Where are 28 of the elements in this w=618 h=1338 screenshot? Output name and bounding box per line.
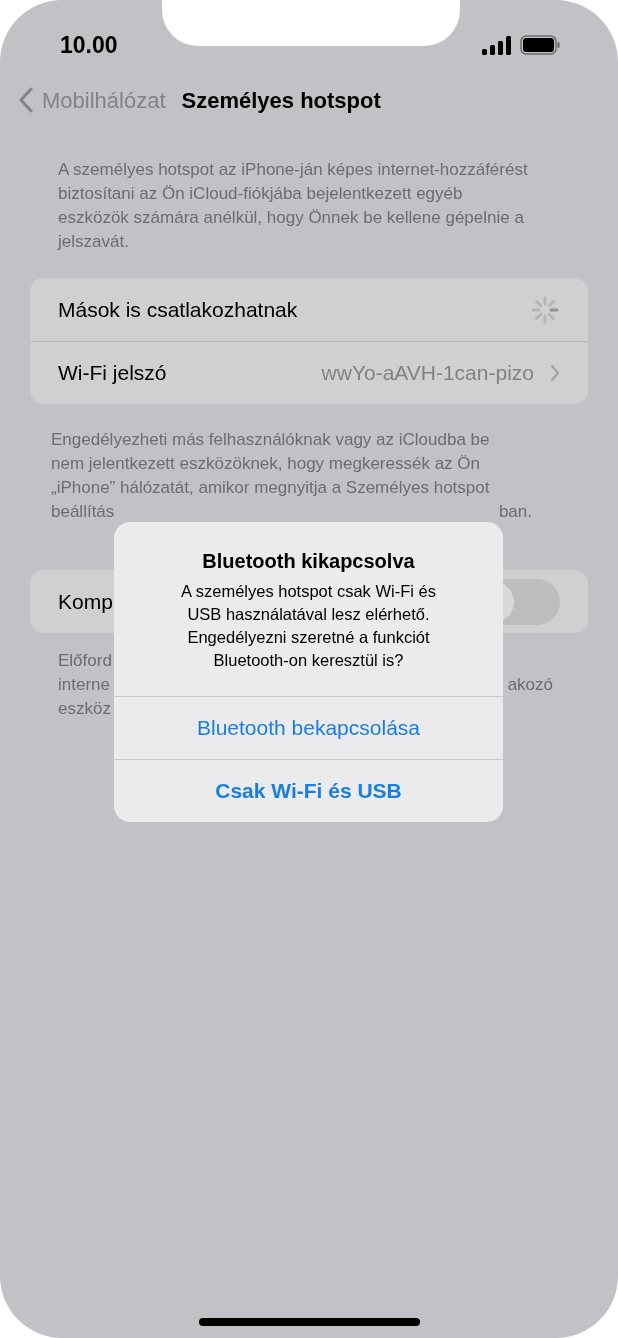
row-value: wwYo-aAVH-1can-pizo: [321, 360, 534, 387]
loading-spinner-icon: [530, 294, 560, 325]
footer-text: Előford: [58, 650, 112, 672]
alert-title: Bluetooth kikapcsolva: [201, 549, 416, 574]
settings-row[interactable]: Wi-Fi jelszó wwYo-aAVH-1can-pizo: [30, 341, 588, 404]
footer-text: „iPhone” hálózatát, amikor megnyitja a Személyes hotspot: [51, 477, 490, 499]
footer-text: beállítás: [51, 501, 115, 523]
footer-text: nem jelentkezett eszközöknek, hogy megkeressék az Ön: [51, 453, 480, 475]
chevron-right-icon: [550, 364, 560, 382]
row-label: Mások is csatlakozhatnak: [58, 296, 298, 323]
signal-icon: [482, 35, 512, 55]
footer-text: eszköz: [58, 698, 111, 720]
footer-text: ban.: [498, 501, 532, 523]
back-button[interactable]: Mobilhálózat: [18, 83, 166, 117]
alert-message: A személyes hotspot csak Wi-Fi és USB használatával lesz elérhető. Engedélyezni szeretné a funkciót Bluetooth-on keresztül is?: [180, 581, 437, 671]
footer-text: interne: [58, 674, 110, 696]
back-chevron-icon: [18, 87, 34, 113]
footer-text: akozó: [507, 674, 553, 696]
footer-text: Engedélyezheti más felhasználóknak vagy az iCloudba be: [51, 429, 490, 451]
battery-icon: [520, 35, 560, 55]
description-text: A személyes hotspot az iPhone-ján képes internet-hozzáférést biztosítani az Ön iCloud-fiókjába bejelentkezett egyéb eszközök számára anélkül, hogy Önnek be kellene gépelnie a jelszavát.: [56, 159, 529, 253]
settings-row[interactable]: Mások is csatlakozhatnak: [30, 278, 588, 341]
alert-button[interactable]: Csak Wi-Fi és USB: [114, 759, 503, 822]
row-label: Komp: [58, 588, 113, 615]
row-label: Wi-Fi jelszó: [58, 360, 167, 387]
alert-button[interactable]: Bluetooth bekapcsolása: [114, 696, 503, 759]
status-time: 10.00: [60, 30, 118, 60]
page-title: Személyes hotspot: [181, 86, 381, 115]
